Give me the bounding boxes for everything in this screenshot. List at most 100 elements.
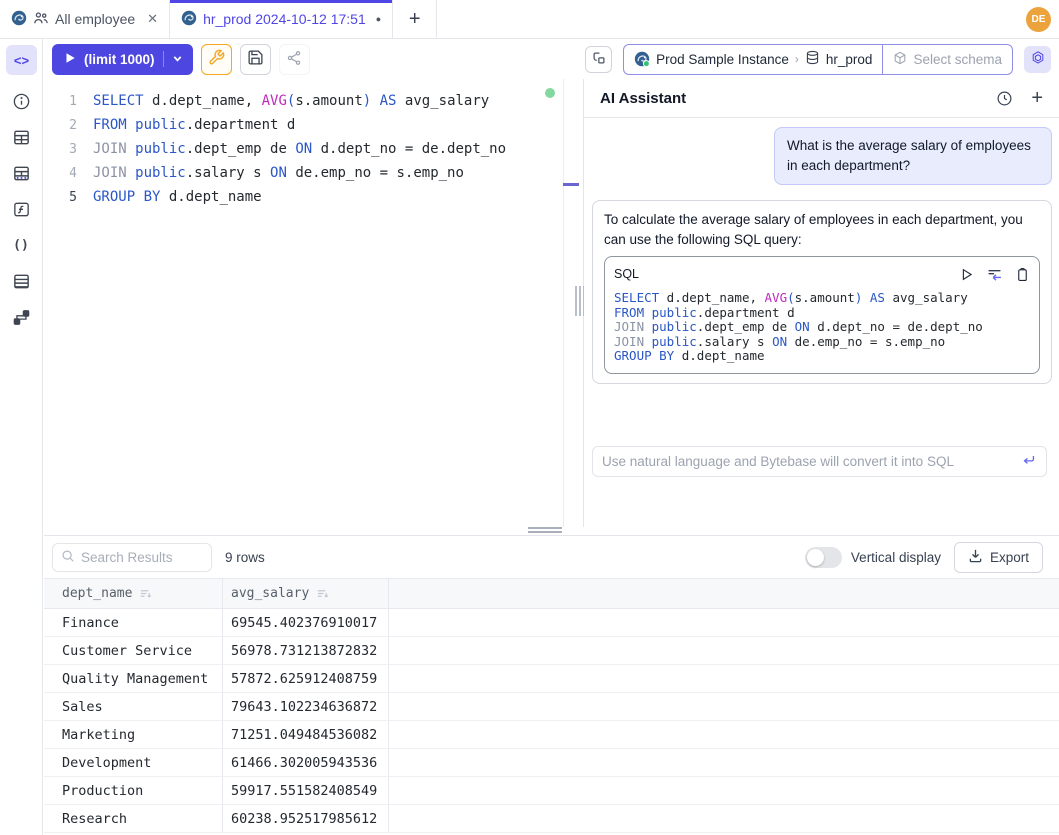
panel-title: AI Assistant <box>600 90 686 107</box>
line-number: 5 <box>44 190 77 205</box>
history-clock-icon[interactable] <box>996 90 1013 107</box>
copy-clipboard-icon[interactable] <box>1015 267 1030 282</box>
export-button[interactable]: Export <box>954 542 1043 573</box>
vertical-display-toggle[interactable] <box>805 547 842 568</box>
sql-code-card: SQL SELECT d.dept_name, AVG(s.amount) AS… <box>604 256 1040 374</box>
tables-icon[interactable] <box>11 127 31 147</box>
tab-all-employee[interactable]: All employee ✕ <box>0 0 170 38</box>
new-chat-plus-icon[interactable]: + <box>1031 88 1043 108</box>
editor-line[interactable]: 2FROM public.department d <box>44 113 579 137</box>
code-text: GROUP BY d.dept_name <box>77 189 262 205</box>
table-row[interactable]: Quality Management57872.625912408759 <box>44 665 1059 693</box>
code-line: SELECT d.dept_name, AVG(s.amount) AS avg… <box>614 291 1030 306</box>
avatar[interactable]: DE <box>1026 7 1051 32</box>
instance-selector[interactable]: Prod Sample Instance › hr_prod <box>624 45 882 74</box>
run-code-icon[interactable] <box>959 267 974 282</box>
tab-hr-prod[interactable]: hr_prod 2024-10-12 17:51 ● <box>170 0 393 38</box>
left-sidebar: <> () <box>0 39 43 835</box>
new-tab-button[interactable]: + <box>393 0 437 38</box>
editor-line[interactable]: 4JOIN public.salary s ON de.emp_no = s.e… <box>44 161 579 185</box>
cell-dept-name: Production <box>44 777 223 804</box>
info-icon[interactable] <box>11 91 31 111</box>
table-row[interactable]: Research60238.952517985612 <box>44 805 1059 833</box>
chat-area: What is the average salary of employees … <box>584 118 1059 488</box>
vertical-display-label: Vertical display <box>851 550 941 565</box>
editor-line[interactable]: 3JOIN public.dept_emp de ON d.dept_no = … <box>44 137 579 161</box>
sidebar-item-sql-editor[interactable]: <> <box>6 45 37 75</box>
cell-dept-name: Development <box>44 749 223 776</box>
sql-code-block: SELECT d.dept_name, AVG(s.amount) AS avg… <box>614 291 1030 364</box>
cell-dept-name: Marketing <box>44 721 223 748</box>
connection-breadcrumb: Prod Sample Instance › hr_prod Select sc… <box>623 44 1013 75</box>
tab-label: All employee <box>55 11 135 27</box>
enter-return-icon[interactable] <box>1021 452 1037 471</box>
run-limit-label: (limit 1000) <box>84 52 155 67</box>
line-number: 1 <box>44 94 77 109</box>
admin-wrench-button[interactable] <box>201 44 232 75</box>
ai-assistant-toggle-button[interactable] <box>1024 46 1051 73</box>
search-results-input[interactable] <box>81 550 203 565</box>
chevron-down-icon[interactable] <box>172 51 183 67</box>
close-tab-icon[interactable]: ✕ <box>147 11 158 27</box>
schema-placeholder: Select schema <box>913 52 1002 67</box>
schema-box-icon <box>893 51 907 68</box>
share-sheet-button[interactable] <box>279 44 310 75</box>
sort-icon[interactable] <box>316 587 329 600</box>
cell-avg-salary: 61466.302005943536 <box>223 749 389 776</box>
postgres-icon <box>11 10 27 29</box>
cell-avg-salary: 56978.731213872832 <box>223 637 389 664</box>
editor-status-dot <box>545 88 555 98</box>
cell-avg-salary: 60238.952517985612 <box>223 805 389 832</box>
cell-dept-name: Sales <box>44 693 223 720</box>
table-row[interactable]: Marketing71251.049484536082 <box>44 721 1059 749</box>
database-icon <box>805 50 820 68</box>
format-sql-button[interactable] <box>585 46 612 73</box>
cell-dept-name: Research <box>44 805 223 832</box>
assistant-message: To calculate the average salary of emplo… <box>592 200 1052 384</box>
functions-icon[interactable] <box>11 199 31 219</box>
column-header-dept-name[interactable]: dept_name <box>44 579 223 608</box>
horizontal-resize-handle[interactable] <box>528 527 562 533</box>
table-row[interactable]: Production59917.551582408549 <box>44 777 1059 805</box>
postgres-icon <box>181 10 197 29</box>
row-count-label: 9 rows <box>225 550 265 565</box>
cell-dept-name: Quality Management <box>44 665 223 692</box>
code-line: FROM public.department d <box>614 306 1030 321</box>
table-row[interactable]: Sales79643.102234636872 <box>44 693 1059 721</box>
cell-avg-salary: 79643.102234636872 <box>223 693 389 720</box>
external-tables-icon[interactable] <box>11 163 31 183</box>
table-header-row: dept_name avg_salary <box>44 579 1059 609</box>
sort-icon[interactable] <box>139 587 152 600</box>
editor-line[interactable]: 5GROUP BY d.dept_name <box>44 185 579 209</box>
editor-line[interactable]: 1SELECT d.dept_name, AVG(s.amount) AS av… <box>44 89 579 113</box>
search-results-box <box>52 543 212 572</box>
table-row[interactable]: Customer Service56978.731213872832 <box>44 637 1059 665</box>
format-icon <box>591 50 607 69</box>
instance-name: Prod Sample Instance <box>656 52 789 67</box>
save-sheet-button[interactable] <box>240 44 271 75</box>
table-row[interactable]: Finance69545.402376910017 <box>44 609 1059 637</box>
cell-dept-name: Customer Service <box>44 637 223 664</box>
tab-bar: All employee ✕ hr_prod 2024-10-12 17:51 … <box>0 0 1059 39</box>
table-row[interactable]: Development61466.302005943536 <box>44 749 1059 777</box>
sql-editor[interactable]: 1SELECT d.dept_name, AVG(s.amount) AS av… <box>44 79 579 527</box>
results-toolbar: 9 rows Vertical display Export <box>44 536 1059 578</box>
ai-prompt-input[interactable] <box>602 454 1021 469</box>
insert-to-editor-icon[interactable] <box>986 266 1003 283</box>
ai-prompt-inputbox <box>592 446 1047 477</box>
column-header-avg-salary[interactable]: avg_salary <box>223 579 389 608</box>
download-icon <box>968 548 983 566</box>
ai-assistant-header: AI Assistant + <box>584 79 1059 118</box>
cell-avg-salary: 57872.625912408759 <box>223 665 389 692</box>
result-table: dept_name avg_salary Finance69545.402376… <box>44 578 1059 833</box>
cell-dept-name: Finance <box>44 609 223 636</box>
user-message: What is the average salary of employees … <box>774 127 1052 185</box>
views-icon[interactable] <box>11 271 31 291</box>
procedures-icon[interactable]: () <box>11 235 31 255</box>
schema-selector[interactable]: Select schema <box>882 45 1012 74</box>
schema-diagram-icon[interactable] <box>11 307 31 327</box>
code-line: JOIN public.dept_emp de ON d.dept_no = d… <box>614 320 1030 335</box>
shared-people-icon <box>33 10 49 29</box>
save-icon <box>247 49 264 69</box>
run-query-button[interactable]: (limit 1000) <box>52 44 193 75</box>
